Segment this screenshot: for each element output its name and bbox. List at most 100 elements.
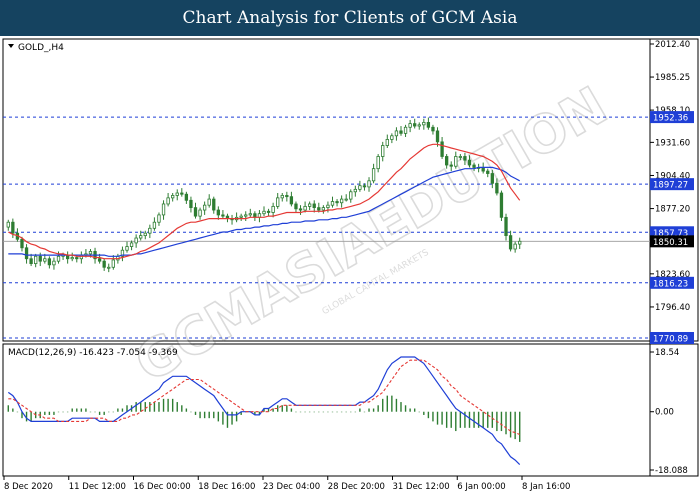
macd-hist-bar xyxy=(190,411,192,413)
candle-body xyxy=(285,195,289,198)
macd-hist-bar xyxy=(7,405,9,412)
macd-hist-bar xyxy=(441,411,443,425)
macd-hist-bar xyxy=(409,408,411,412)
candle-body xyxy=(367,180,371,188)
macd-hist-bar xyxy=(208,411,210,419)
candle-body xyxy=(308,203,312,207)
macd-hist-bar xyxy=(327,411,329,413)
macd-hist-bar xyxy=(455,411,457,432)
macd-hist-bar xyxy=(181,405,183,412)
macd-hist-bar xyxy=(222,411,224,425)
candle-body xyxy=(289,196,294,205)
dropdown-triangle-icon[interactable] xyxy=(8,44,14,48)
candle-body xyxy=(444,156,449,166)
macd-hist-bar xyxy=(149,402,151,412)
symbol-label[interactable]: GOLD_,H4 xyxy=(18,43,64,53)
macd-hist-bar xyxy=(286,405,288,412)
candle-body xyxy=(472,164,476,168)
candle-body xyxy=(303,205,307,211)
candle-body xyxy=(408,123,412,128)
candle-body xyxy=(189,199,193,209)
macd-hist-bar xyxy=(140,402,142,412)
candle-body xyxy=(440,141,444,157)
macd-hist-bar xyxy=(48,411,51,415)
candle-body xyxy=(129,242,134,247)
macd-hist-bar xyxy=(12,408,14,412)
candle-body xyxy=(335,201,339,204)
candle-body xyxy=(139,235,143,239)
level-price-label: 1952.36 xyxy=(653,114,688,124)
macd-hist-bar xyxy=(336,411,338,413)
candle-body xyxy=(152,221,157,229)
candle-body xyxy=(193,207,198,217)
macd-hist-bar xyxy=(445,411,448,428)
price-tick-label: 1796.40 xyxy=(655,303,690,313)
macd-hist-bar xyxy=(108,411,110,413)
macd-hist-bar xyxy=(112,411,115,413)
candle-body xyxy=(518,240,522,245)
candle-body xyxy=(6,221,10,228)
macd-hist-bar xyxy=(295,411,297,413)
signal-line xyxy=(8,359,520,436)
macd-hist-bar xyxy=(89,411,92,413)
macd-hist-bar xyxy=(432,411,434,422)
macd-hist-bar xyxy=(509,411,512,438)
price-tick-label: 1877.20 xyxy=(655,205,690,215)
macd-hist-bar xyxy=(377,405,379,412)
macd-tick-label: 0.00 xyxy=(655,408,674,418)
candle-body xyxy=(171,195,175,199)
time-tick-label: 8 Jan 16:00 xyxy=(522,482,570,492)
candle-body xyxy=(148,227,152,234)
candle-body xyxy=(417,124,421,127)
candle-body xyxy=(276,197,280,207)
price-tick-label: 2012.40 xyxy=(655,40,690,50)
candle-body xyxy=(34,255,38,265)
candle-body xyxy=(504,216,508,237)
candle-body xyxy=(458,156,463,158)
candle-body xyxy=(312,203,316,209)
candle-body xyxy=(157,214,161,223)
macd-hist-bar xyxy=(194,411,197,415)
candle-body xyxy=(216,209,220,216)
macd-hist-bar xyxy=(299,411,302,413)
candle-body xyxy=(143,232,147,237)
candle-body xyxy=(394,130,399,137)
level-price-label: 1816.23 xyxy=(653,279,688,289)
macd-hist-bar xyxy=(519,411,521,442)
candle-body xyxy=(161,203,166,216)
candle-body xyxy=(513,243,517,250)
level-price-label: 1770.89 xyxy=(653,335,688,345)
macd-hist-bar xyxy=(162,398,165,412)
macd-hist-bar xyxy=(318,411,320,413)
time-tick-label: 16 Dec 00:00 xyxy=(134,482,191,492)
macd-pane xyxy=(2,343,699,477)
macd-hist-bar xyxy=(217,411,220,422)
macd-hist-bar xyxy=(404,405,407,412)
candle-body xyxy=(75,257,79,260)
macd-hist-bar xyxy=(290,408,293,412)
macd-hist-bar xyxy=(213,411,215,419)
macd-hist-bar xyxy=(171,398,174,412)
time-tick-label: 18 Dec 16:00 xyxy=(198,482,255,492)
time-tick-label: 8 Dec 2020 xyxy=(4,482,53,492)
watermark: GCMASIAEDUTION GLOBAL CAPITAL MARKETS xyxy=(125,75,618,395)
header-bar: Chart Analysis for Clients of GCM Asia xyxy=(0,0,700,36)
candle-body xyxy=(385,139,389,146)
macd-hist-bar xyxy=(473,411,475,428)
candle-body xyxy=(56,255,61,262)
macd-hist-bar xyxy=(322,411,325,413)
macd-hist-bar xyxy=(354,411,357,413)
candle-body xyxy=(107,266,111,269)
candle-body xyxy=(454,156,458,167)
candle-body xyxy=(449,164,453,167)
macd-layer xyxy=(7,356,521,466)
candle-body xyxy=(349,191,353,200)
candle-body xyxy=(266,210,271,213)
candle-body xyxy=(280,195,284,199)
macd-tick-label: -18.088 xyxy=(655,466,688,476)
candle-body xyxy=(467,159,472,166)
macd-hist-bar xyxy=(80,408,83,412)
candle-body xyxy=(198,209,202,217)
candle-body xyxy=(248,213,252,216)
macd-tick-label: 18.54 xyxy=(655,348,679,358)
